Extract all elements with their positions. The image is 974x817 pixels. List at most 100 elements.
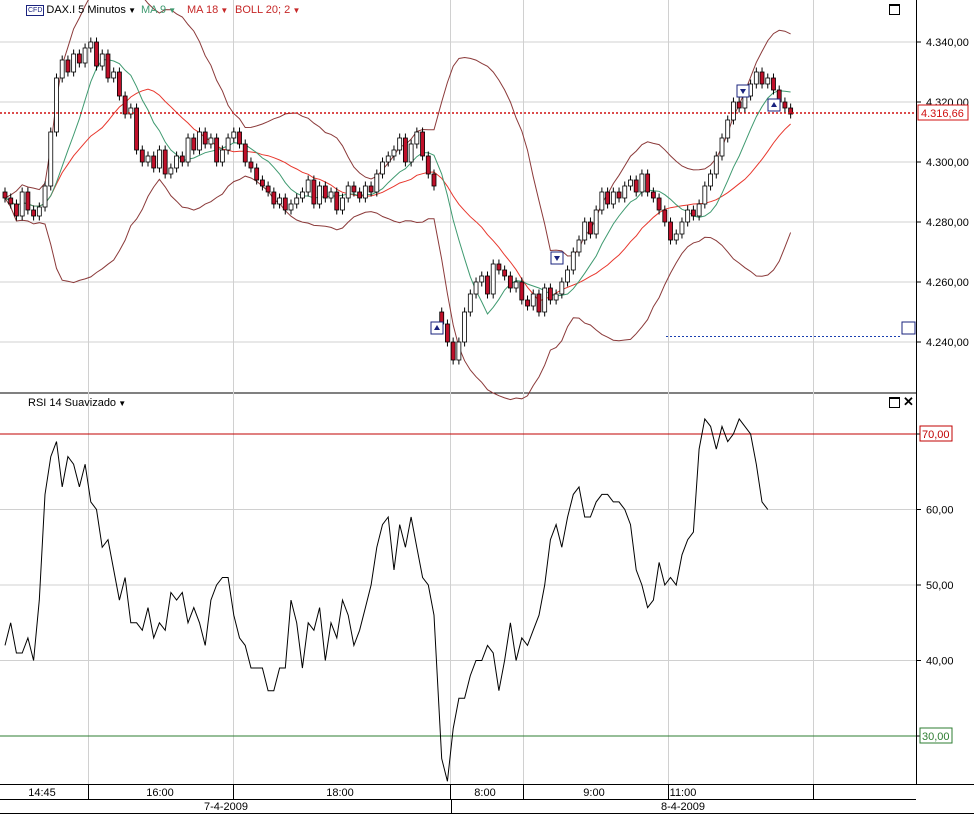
candle-body [519,281,525,301]
candle-body [593,209,599,235]
candle-body [88,41,94,49]
candle-body [191,137,197,151]
candle-body [633,179,639,193]
candle-body [639,173,645,193]
candle-body [645,173,651,193]
rsi-tick-label: 30,00 [922,731,950,743]
candle-body [542,287,548,313]
candle-body [185,137,191,163]
candle-body [391,149,397,157]
candle-body [450,341,456,361]
time-label: 16:00 [146,787,174,799]
candle-body [139,149,145,163]
candle-body [36,206,42,217]
candle-body [294,197,300,205]
candle-body [282,197,288,211]
candle-body [225,137,231,151]
candle-body [231,131,237,139]
candle-body [2,191,8,199]
candle-body [725,119,731,139]
candle-body [134,107,139,151]
candle-body [151,155,157,169]
candle-body [76,53,82,64]
candle-body [420,131,425,157]
price-tick-label: 4.340,00 [926,37,969,49]
candle-body [691,209,696,217]
candle-body [208,137,214,145]
candle-body [31,209,37,217]
candle-body [456,341,462,361]
candle-body [462,311,468,343]
candle-body [650,191,656,199]
rsi-tick-label: 70,00 [922,429,950,441]
dropdown-caret-icon: ▼ [125,6,137,15]
candle-body [385,155,391,163]
rsi-indicator[interactable]: RSI 14 Suavizado ▼ [28,396,126,410]
candle-body [765,77,771,85]
instrument-selector[interactable]: CFD DAX.I 5 Minutos ▼ [26,3,136,17]
candle-body [59,59,65,79]
candle-body [713,155,719,175]
order-handle-icon [901,321,916,335]
candle-body [702,185,708,205]
candle-body [357,191,363,199]
candle-body [242,143,248,163]
candle-body [605,191,610,205]
rsi-tick-label: 60,00 [926,505,954,517]
candle-body [71,53,77,73]
candle-body [305,179,311,193]
candle-body [168,167,174,175]
chart-canvas: 4.340,004.320,004.300,004.280,004.260,00… [0,0,974,814]
candle-body [414,131,420,145]
ma18-indicator[interactable]: MA 18 ▼ [187,3,228,17]
candle-body [99,53,105,67]
candle-body [157,149,162,169]
candle-body [65,59,71,73]
candle-body [771,77,776,91]
candle-body [536,293,542,313]
candle-body [582,221,588,241]
bollinger-indicator[interactable]: BOLL 20; 2 ▼ [235,3,300,17]
rsi-label: RSI 14 Suavizado [28,397,117,409]
ma9-indicator[interactable]: MA 9 ▼ [141,3,176,17]
candle-body [328,191,334,199]
candle-body [277,197,282,205]
maximize-price-panel-button[interactable] [889,4,900,15]
maximize-rsi-panel-button[interactable] [889,397,900,408]
candle-body [380,161,385,175]
candle-body [82,47,88,64]
candle-body [708,173,713,187]
candle-body [431,173,437,187]
candle-body [345,185,351,199]
rsi-tick-label: 40,00 [926,656,954,668]
candle-body [42,185,48,208]
candle-body [254,167,260,181]
candle-body [736,101,742,109]
candle-body [673,233,679,241]
date-label: 8-4-2009 [661,801,705,813]
time-label: 14:45 [28,787,56,799]
last-price-label: 4.316,66 [921,108,964,120]
candle-body [610,191,616,205]
rsi-tick-label: 50,00 [926,580,954,592]
candle-body [259,179,265,187]
candle-body [496,263,502,271]
dropdown-caret-icon: ▼ [166,6,177,15]
candle-body [467,293,473,313]
candle-body [105,53,111,79]
candle-body [197,131,202,151]
candle-body [502,269,508,277]
ma9-label: MA 9 [141,4,167,16]
instrument-label: DAX.I 5 Minutos [46,4,126,16]
candle-body [300,191,305,199]
candle-body [219,149,225,163]
candle-body [402,137,408,163]
candle-body [525,299,530,307]
candle-body [351,185,357,193]
candle-body [317,185,323,205]
close-rsi-panel-button[interactable]: ✕ [903,395,914,408]
candle-body [334,191,340,211]
candle-body [565,269,570,283]
candle-body [340,197,345,211]
candle-body [599,191,605,211]
